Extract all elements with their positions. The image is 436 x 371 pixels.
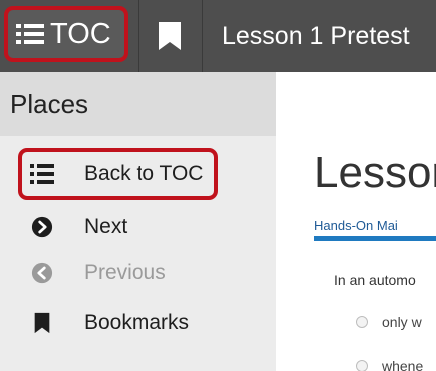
answer-option-label: whene bbox=[382, 358, 424, 371]
lesson-title: Lesson 1 Pretest bbox=[222, 21, 410, 50]
back-to-toc-label: Back to TOC bbox=[84, 162, 204, 185]
question-text: In an automo bbox=[334, 272, 416, 288]
circle-chevron-right-icon bbox=[30, 216, 54, 238]
toolbar-divider bbox=[202, 0, 203, 72]
places-sidebar: Places Back to TOC Next Previous Bookmar… bbox=[0, 72, 276, 371]
list-icon bbox=[30, 163, 54, 185]
bookmark-icon bbox=[159, 22, 181, 50]
next-link[interactable]: Next bbox=[20, 204, 127, 250]
sidebar-title: Places bbox=[0, 72, 276, 136]
next-label: Next bbox=[84, 215, 128, 238]
app-frame: TOC Lesson 1 Pretest Places Back to TOC … bbox=[0, 0, 436, 371]
answer-option[interactable]: only w bbox=[356, 314, 422, 330]
bookmarks-link[interactable]: Bookmarks bbox=[20, 300, 189, 346]
bookmark-icon bbox=[30, 312, 54, 334]
content-title: Lessor bbox=[314, 148, 436, 197]
bookmark-button[interactable] bbox=[140, 0, 200, 72]
title-underline bbox=[314, 236, 436, 241]
answer-option[interactable]: whene bbox=[356, 358, 423, 371]
lesson-content: Lessor Hands-On Mai In an automo only w … bbox=[276, 72, 436, 371]
back-to-toc-link[interactable]: Back to TOC bbox=[18, 148, 218, 200]
content-subtitle: Hands-On Mai bbox=[314, 218, 398, 233]
bookmarks-label: Bookmarks bbox=[84, 311, 190, 334]
toc-button[interactable]: TOC bbox=[4, 6, 128, 62]
radio-button[interactable] bbox=[356, 316, 368, 328]
list-icon bbox=[16, 22, 44, 46]
toolbar-divider bbox=[138, 0, 139, 72]
answer-option-label: only w bbox=[382, 314, 422, 330]
radio-button[interactable] bbox=[356, 360, 368, 371]
previous-link[interactable]: Previous bbox=[20, 250, 166, 296]
top-toolbar: TOC Lesson 1 Pretest bbox=[0, 0, 436, 72]
previous-label: Previous bbox=[84, 261, 166, 284]
circle-chevron-left-icon bbox=[30, 262, 54, 284]
toc-button-label: TOC bbox=[50, 17, 111, 50]
